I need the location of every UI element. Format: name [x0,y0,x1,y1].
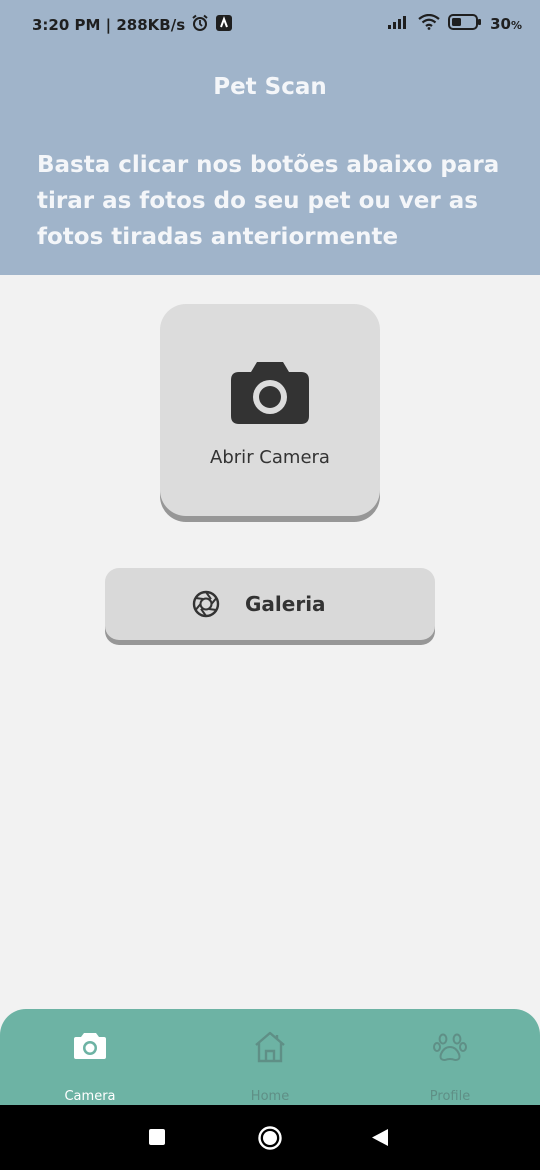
nav-label-profile: Profile [429,1089,471,1104]
app-notification-icon [215,14,233,36]
nav-item-home[interactable]: Home [180,1009,360,1105]
status-left: 3:20 PM | 288KB/s [32,14,233,36]
battery-unit: % [510,19,522,32]
open-camera-label: Abrir Camera [210,447,330,468]
bottom-nav: Camera Home Profile [0,1009,540,1105]
camera-icon [231,362,309,428]
gallery-label: Galeria [245,592,326,616]
header: Pet Scan Basta clicar nos botões abaixo … [0,50,540,275]
home-circle-icon[interactable] [258,1126,282,1154]
status-bar: 3:20 PM | 288KB/s 30% [0,0,540,50]
nav-label-home: Home [250,1089,290,1104]
status-right: 30% [388,13,522,34]
paw-icon [433,1031,467,1067]
signal-icon [388,15,410,33]
status-time-speed: 3:20 PM | 288KB/s [32,16,186,34]
alarm-icon [191,14,209,36]
page-title: Pet Scan [213,74,327,100]
recent-apps-icon[interactable] [149,1129,165,1149]
home-icon [253,1031,287,1067]
gallery-button[interactable]: Galeria [105,568,435,640]
back-icon[interactable] [372,1129,388,1150]
nav-label-camera: Camera [64,1089,116,1104]
system-nav-bar [0,1105,540,1170]
battery-icon [448,14,482,34]
wifi-icon [418,13,440,34]
header-subtitle: Basta clicar nos botões abaixo para tira… [37,152,500,250]
battery-level: 30% [490,15,522,33]
nav-item-profile[interactable]: Profile [360,1009,540,1105]
camera-icon [73,1031,107,1065]
aperture-icon [192,590,220,622]
open-camera-button[interactable]: Abrir Camera [160,304,380,516]
nav-item-camera[interactable]: Camera [0,1009,180,1105]
